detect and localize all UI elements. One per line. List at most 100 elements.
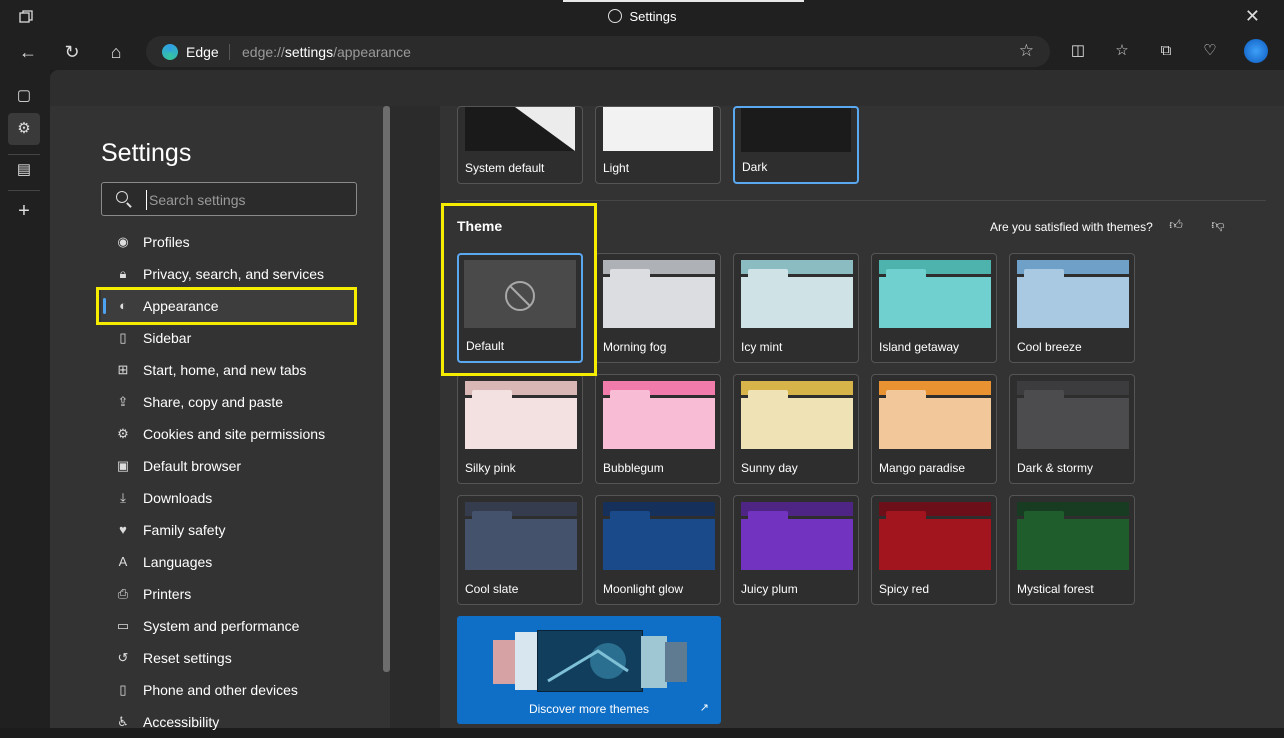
settings-gear-icon [607,9,622,23]
theme-card-silky-pink[interactable]: Silky pink [457,374,583,484]
tab-actions-icon[interactable]: ▢ [8,80,40,112]
theme-card-sunny-day[interactable]: Sunny day [733,374,859,484]
theme-folder-preview [603,502,715,570]
close-window-button[interactable]: ✕ [1245,6,1260,27]
sidebar-icon: ▯ [119,330,127,345]
reset-icon: ↺ [117,650,129,665]
home-icon: ⌂ [110,42,122,62]
back-button[interactable]: ← [14,38,42,66]
theme-folder-preview [879,260,991,328]
highlight-default-theme [441,203,597,376]
collections-icon[interactable]: ⧉ [1155,40,1177,62]
theme-card-dark-stormy[interactable]: Dark & stormy [1009,374,1135,484]
tab-divider [8,190,40,191]
folder-front [1017,519,1129,570]
appearance-option-system-default[interactable]: System default [457,106,583,184]
sidebar-item-label: Family safety [143,522,226,538]
theme-card-morning-fog[interactable]: Morning fog [595,253,721,363]
address-bar[interactable]: Edge edge://settings/appearance ☆ [146,36,1050,67]
browser-icon: ▣ [116,458,130,473]
folder-front [741,277,853,328]
theme-card-label: Morning fog [603,340,667,354]
sidebar-item-system-and-performance[interactable]: ▭ System and performance [101,610,357,642]
theme-card-cool-breeze[interactable]: Cool breeze [1009,253,1135,363]
dark-preview [741,108,851,152]
sidebar-item-family-safety[interactable]: ♥ Family safety [101,514,357,546]
theme-folder-preview [465,502,577,570]
folder-front [465,519,577,570]
theme-card-bubblegum[interactable]: Bubblegum [595,374,721,484]
theme-card-label: Silky pink [465,461,516,475]
discover-featured-thumb [537,630,643,692]
sidebar-item-share-copy-and-paste[interactable]: ⇪ Share, copy and paste [101,386,357,418]
url-text[interactable]: edge://settings/appearance [242,44,411,60]
sidebar-item-start-home-and-new-tabs[interactable]: ⊞ Start, home, and new tabs [101,354,357,386]
home-button[interactable]: ⌂ [102,38,130,66]
sidebar-item-privacy-search-and-services[interactable]: 🔒︎ Privacy, search, and services [101,258,357,290]
sidebar-item-default-browser[interactable]: ▣ Default browser [101,450,357,482]
refresh-button[interactable]: ↻ [58,38,86,66]
theme-folder-preview [741,260,853,328]
settings-title: Settings [101,139,192,167]
favorite-star-icon[interactable]: ☆ [1019,41,1034,61]
sidebar-item-downloads[interactable]: ⤓ Downloads [101,482,357,514]
sidebar-item-sidebar[interactable]: ▯ Sidebar [101,322,357,354]
sidebar-item-accessibility[interactable]: ♿︎ Accessibility [101,706,357,738]
title-bar: Settings ✕ [0,0,1284,34]
thumbs-up-icon[interactable]: 👍︎ [1167,216,1185,234]
theme-card-cool-slate[interactable]: Cool slate [457,495,583,605]
home-tabs-icon: ⊞ [117,362,129,377]
theme-card-label: Juicy plum [741,582,798,596]
sidebar-item-printers[interactable]: ⎙ Printers [101,578,357,610]
language-icon: A [118,554,128,569]
system-default-preview [465,107,575,151]
sidebar-item-cookies-and-site-permissions[interactable]: ⚙ Cookies and site permissions [101,418,357,450]
theme-folder-preview [741,381,853,449]
split-screen-icon[interactable]: ◫ [1067,40,1089,62]
theme-card-icy-mint[interactable]: Icy mint [733,253,859,363]
sidebar-item-reset-settings[interactable]: ↺ Reset settings [101,642,357,674]
light-preview [603,107,713,151]
discover-more-themes-label: Discover more themes [528,702,650,716]
thumbs-down-icon[interactable]: 👎︎ [1209,216,1227,234]
favorites-icon[interactable]: ☆ [1111,40,1133,62]
folder-front [879,398,991,449]
sidebar-item-label: Privacy, search, and services [143,266,325,282]
printer-icon: ⎙ [117,586,129,601]
sidebar-item-label: Phone and other devices [143,682,298,698]
sidebar-item-profiles[interactable]: ◉ Profiles [101,226,357,258]
profile-avatar[interactable] [1244,39,1268,63]
family-icon: ♥ [119,522,127,537]
lock-icon: 🔒︎ [119,266,127,281]
search-input[interactable] [146,190,346,210]
title-accent-line [563,0,804,2]
tab-page-icon[interactable]: ▤ [8,154,40,186]
sidebar-item-phone-and-other-devices[interactable]: ▯ Phone and other devices [101,674,357,706]
appearance-option-light[interactable]: Light [595,106,721,184]
theme-card-mango-paradise[interactable]: Mango paradise [871,374,997,484]
folder-front [879,519,991,570]
cookie-icon: ⚙ [117,426,129,441]
appearance-option-dark[interactable]: Dark [733,106,859,184]
theme-card-island-getaway[interactable]: Island getaway [871,253,997,363]
new-tab-plus-icon[interactable]: + [8,195,40,227]
search-box[interactable] [101,182,357,216]
folder-front [465,398,577,449]
theme-card-label: Sunny day [741,461,798,475]
folder-front [1017,277,1129,328]
sidebar-item-languages[interactable]: A Languages [101,546,357,578]
theme-card-juicy-plum[interactable]: Juicy plum [733,495,859,605]
theme-folder-preview [741,502,853,570]
discover-more-themes-card[interactable]: Discover more themes ↗ [457,616,721,724]
discover-featured-art [547,643,629,683]
theme-card-label: Mystical forest [1017,582,1094,596]
sidebar-item-label: Downloads [143,490,213,506]
browser-essentials-icon[interactable]: ♡ [1199,40,1221,62]
folder-front [603,519,715,570]
settings-tab-icon[interactable]: ⚙ [8,113,40,145]
edge-logo-icon [162,44,178,60]
theme-card-spicy-red[interactable]: Spicy red [871,495,997,605]
sidebar-scrollbar[interactable] [383,106,390,672]
theme-card-mystical-forest[interactable]: Mystical forest [1009,495,1135,605]
theme-card-moonlight-glow[interactable]: Moonlight glow [595,495,721,605]
